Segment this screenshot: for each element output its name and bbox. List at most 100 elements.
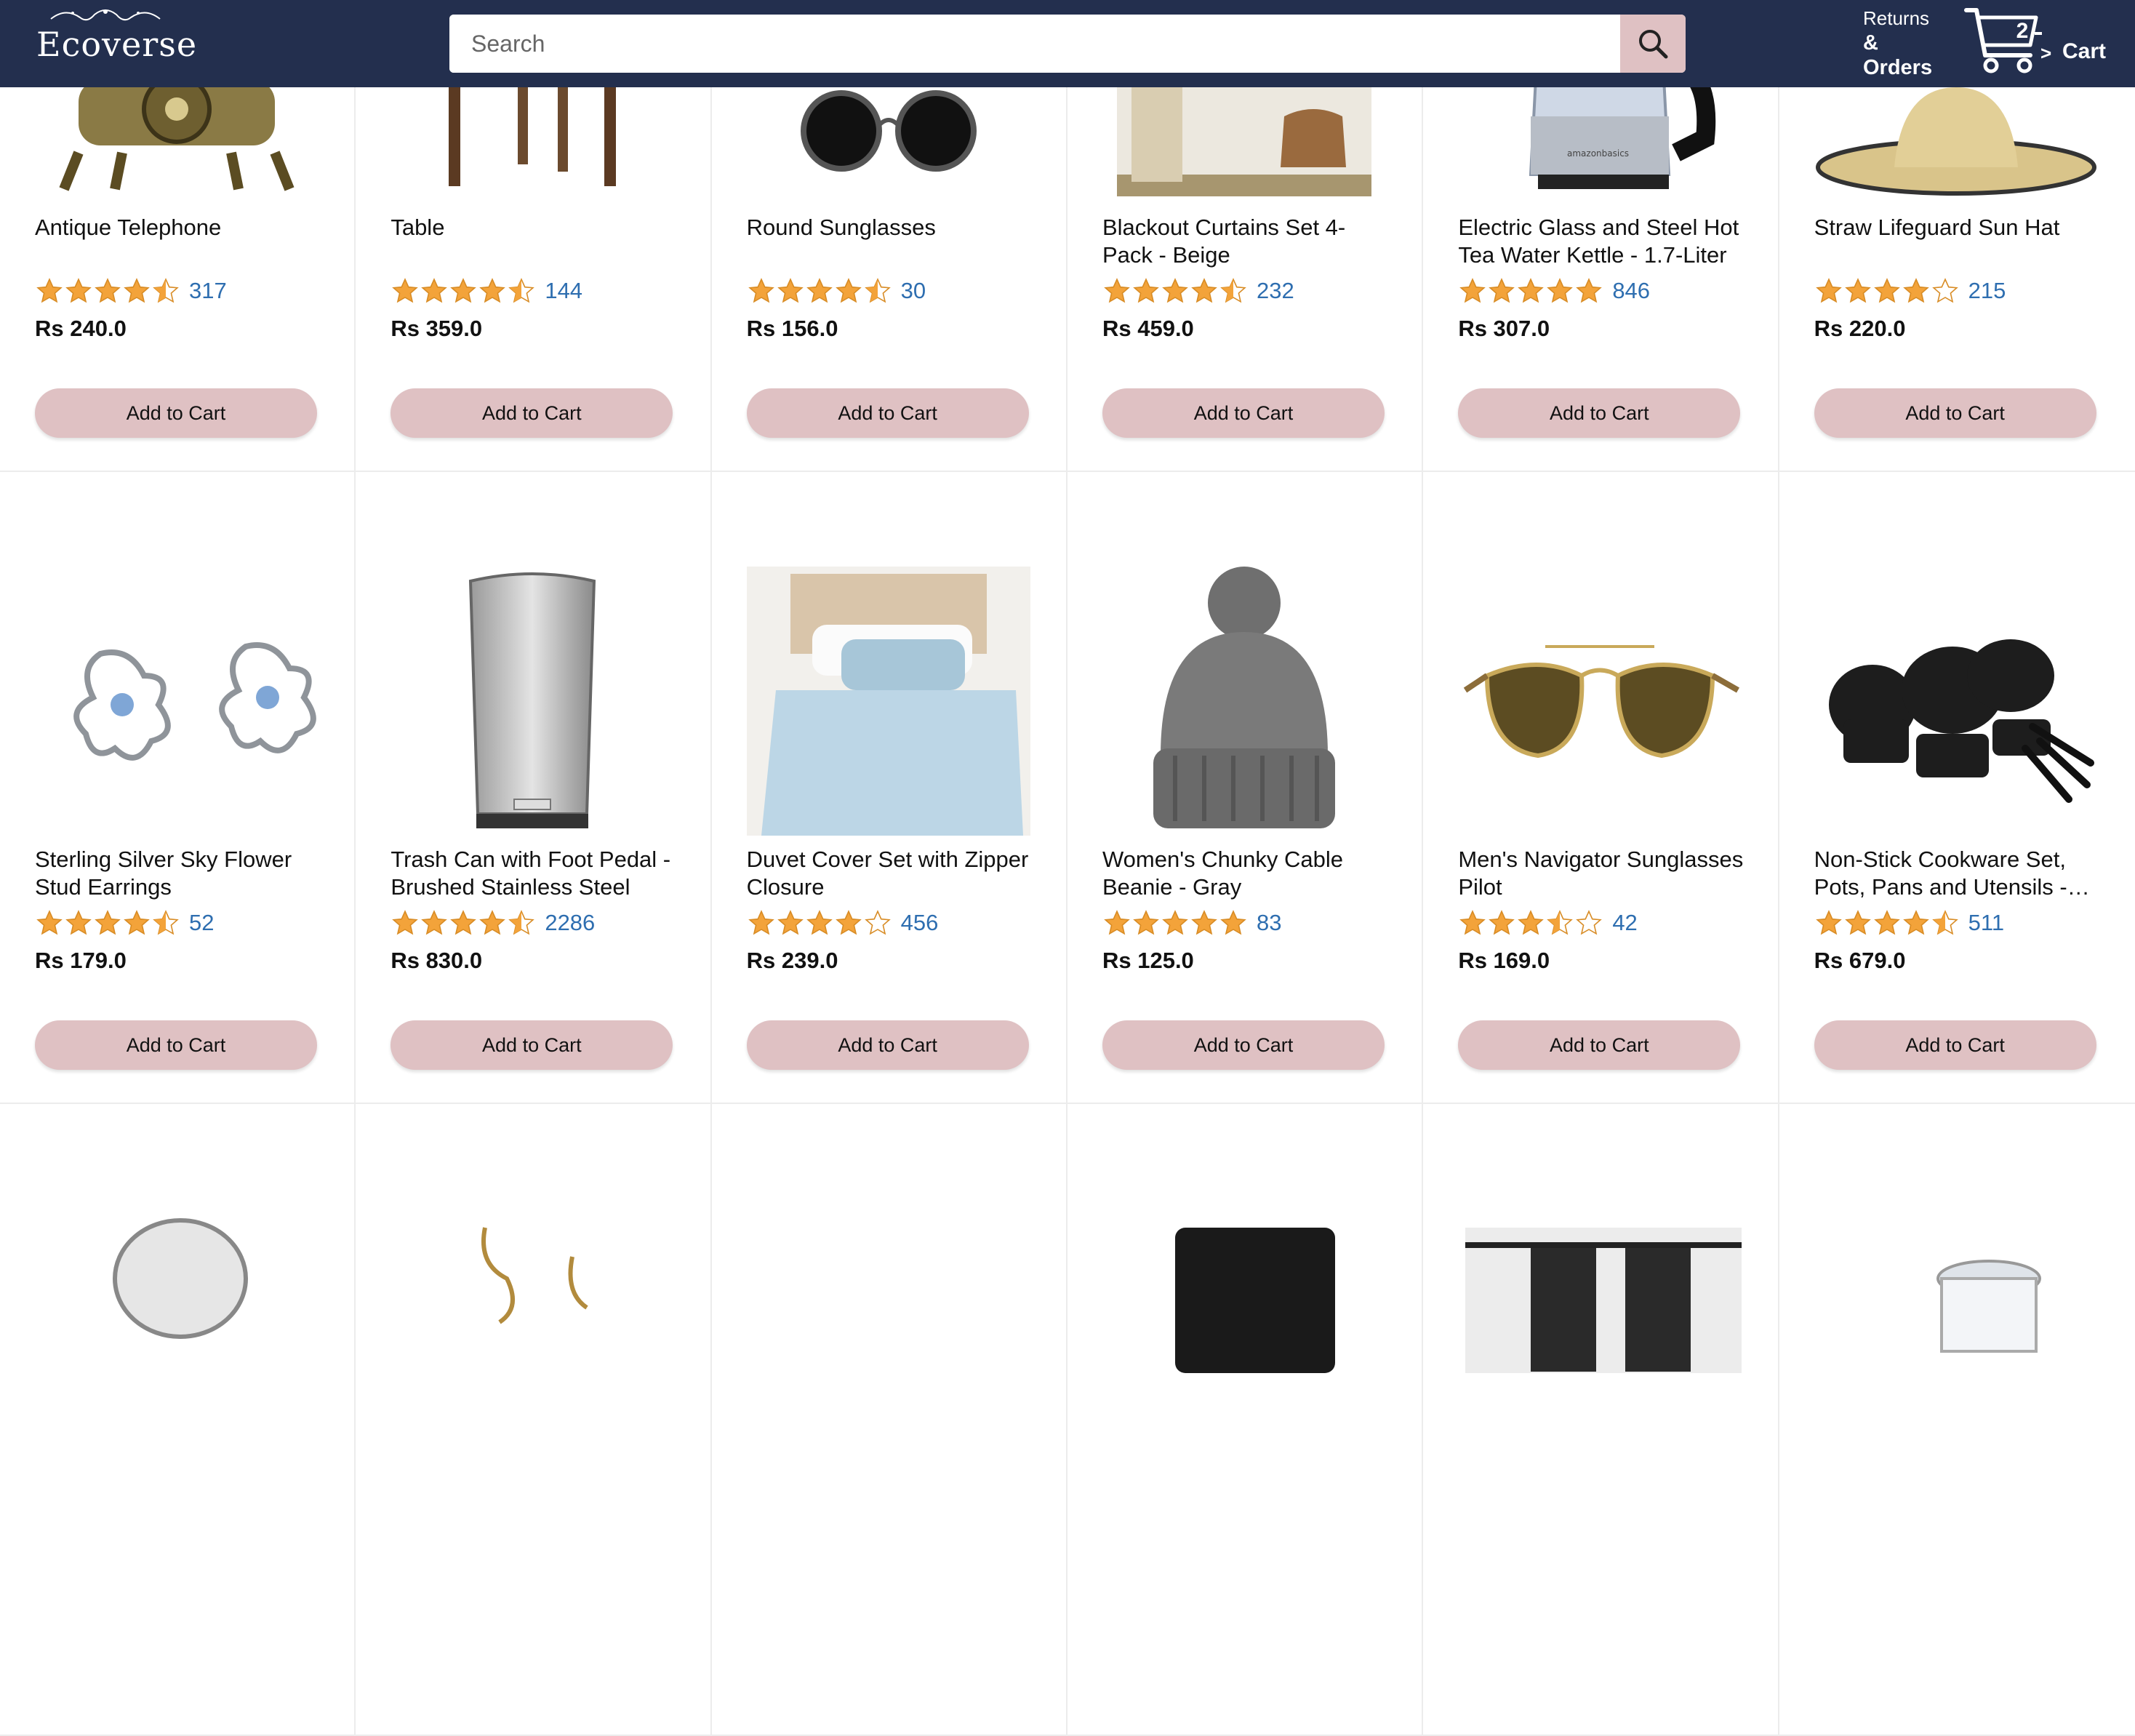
add-to-cart-button[interactable]: Add to Cart [1458,388,1741,438]
product-name[interactable]: Duvet Cover Set with Zipper Closure [747,846,1038,901]
star-half-icon [508,278,535,303]
star-full-icon [835,910,862,935]
product-image[interactable] [1458,1199,1742,1468]
product-image[interactable] [35,567,319,836]
add-to-cart-button[interactable]: Add to Cart [746,388,1029,438]
rating-stars [390,278,536,304]
add-to-cart-button[interactable]: Add to Cart [390,388,673,438]
product-name[interactable]: Antique Telephone [35,214,326,241]
add-to-cart-button[interactable]: Add to Cart [746,1020,1029,1070]
star-full-icon [1133,910,1159,935]
star-full-icon [479,278,506,303]
product-image[interactable] [390,1199,674,1468]
rating-count-link[interactable]: 42 [1612,910,1637,936]
product-card[interactable]: Sterling Silver Sky Flower Stud Earrings… [0,472,356,1104]
product-card[interactable]: Non-Stick Cookware Set, Pots, Pans and U… [1779,472,2135,1104]
product-name[interactable]: Non-Stick Cookware Set, Pots, Pans and U… [1814,846,2105,901]
star-full-icon [36,278,63,303]
star-full-icon [95,278,121,303]
star-full-icon [1547,278,1574,303]
product-card[interactable] [356,1104,712,1736]
star-full-icon [777,278,804,303]
product-image[interactable] [1458,567,1742,836]
rating-count-link[interactable]: 30 [901,278,926,304]
product-image[interactable] [746,567,1030,836]
rating-count-link[interactable]: 52 [189,910,214,936]
product-image[interactable] [35,1199,319,1468]
rating-count-link[interactable]: 144 [545,278,582,304]
product-price: Rs 459.0 [1102,316,1194,341]
product-card[interactable] [711,1104,1068,1736]
rating-stars [1102,278,1248,304]
star-full-icon [835,278,862,303]
rating-count-link[interactable]: 215 [1968,278,2006,304]
star-full-icon [1459,910,1486,935]
product-price: Rs 359.0 [390,316,483,341]
star-full-icon [479,910,506,935]
add-to-cart-button[interactable]: Add to Cart [390,1020,673,1070]
star-full-icon [806,910,833,935]
search-input[interactable] [449,15,1620,73]
add-to-cart-button[interactable]: Add to Cart [1814,388,2096,438]
product-card[interactable]: Trash Can with Foot Pedal - Brushed Stai… [356,472,712,1104]
star-full-icon [1104,910,1130,935]
product-name[interactable]: Trash Can with Foot Pedal - Brushed Stai… [390,846,681,901]
rating-count-link[interactable]: 846 [1612,278,1650,304]
add-to-cart-button[interactable]: Add to Cart [35,388,317,438]
product-card[interactable]: Duvet Cover Set with Zipper Closure 456 … [711,472,1068,1104]
product-name[interactable]: Sterling Silver Sky Flower Stud Earrings [35,846,326,901]
product-image[interactable] [1814,1199,2098,1468]
rating-count-link[interactable]: 83 [1257,910,1281,936]
star-full-icon [1844,278,1871,303]
product-card[interactable]: Men's Navigator Sunglasses Pilot 42 Rs 1… [1423,472,1779,1104]
product-image[interactable] [747,1199,1030,1468]
add-to-cart-button[interactable]: Add to Cart [1102,1020,1385,1070]
star-full-icon [1162,910,1188,935]
star-half-icon [153,278,179,303]
star-full-icon [748,278,774,303]
star-empty-icon [1576,910,1603,935]
orders-label: Orders [1863,56,1933,79]
add-to-cart-button[interactable]: Add to Cart [1814,1020,2096,1070]
product-card[interactable] [1423,1104,1779,1736]
product-name[interactable]: Blackout Curtains Set 4-Pack - Beige [1102,214,1393,269]
product-name[interactable]: Round Sunglasses [747,214,1038,241]
search-button[interactable] [1620,15,1686,73]
product-image[interactable] [390,567,674,836]
star-full-icon [95,910,121,935]
product-rating: 317 [35,276,227,305]
rating-count-link[interactable]: 2286 [545,910,595,936]
product-card[interactable]: Women's Chunky Cable Beanie - Gray 83 Rs… [1067,472,1424,1104]
product-image[interactable] [1814,567,2098,836]
product-price: Rs 307.0 [1458,316,1550,341]
returns-and-orders-link[interactable]: Returns & Orders [1863,6,1950,80]
product-price: Rs 156.0 [746,316,838,341]
product-rating: 144 [390,276,582,305]
product-card[interactable] [0,1104,356,1736]
rating-count-link[interactable]: 456 [901,910,939,936]
product-image[interactable] [1102,567,1386,836]
product-name[interactable]: Women's Chunky Cable Beanie - Gray [1102,846,1393,901]
star-full-icon [124,278,150,303]
ecoverse-logo[interactable]: Ecoverse [36,6,196,81]
add-to-cart-button[interactable]: Add to Cart [1458,1020,1741,1070]
rating-count-link[interactable]: 317 [189,278,227,304]
rating-stars [1458,278,1603,304]
product-card[interactable] [1779,1104,2135,1736]
product-name[interactable]: Table [390,214,681,241]
star-full-icon [1191,910,1217,935]
star-full-icon [1191,278,1217,303]
product-card[interactable] [1067,1104,1424,1736]
rating-stars [390,910,536,936]
add-to-cart-button[interactable]: Add to Cart [1102,388,1385,438]
cart-count-badge: 2 [2016,19,2029,43]
rating-count-link[interactable]: 232 [1257,278,1294,304]
product-name[interactable]: Electric Glass and Steel Hot Tea Water K… [1458,214,1749,269]
product-name[interactable]: Men's Navigator Sunglasses Pilot [1458,846,1749,901]
product-image[interactable] [1102,1199,1386,1468]
rating-count-link[interactable]: 511 [1968,910,2004,936]
add-to-cart-button[interactable]: Add to Cart [35,1020,317,1070]
product-name[interactable]: Straw Lifeguard Sun Hat [1814,214,2105,241]
star-full-icon [1844,910,1871,935]
cart-button[interactable]: 2 > Cart [1963,4,2116,83]
